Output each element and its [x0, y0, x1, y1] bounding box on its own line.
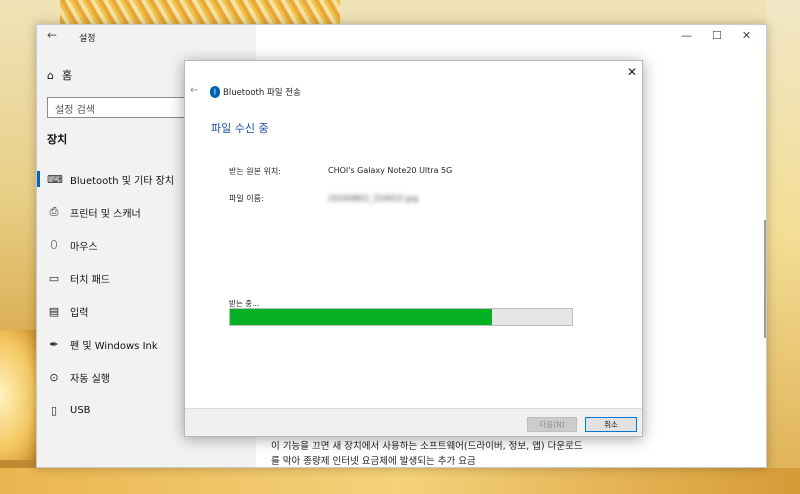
source-label: 받는 원본 위치: — [229, 167, 281, 176]
back-arrow-icon[interactable]: ← — [47, 28, 57, 42]
bluetooth-transfer-dialog: ✕ ← ᛒ Bluetooth 파일 전송 파일 수신 중 받는 원본 위치: … — [184, 60, 643, 437]
progress-fill — [230, 309, 492, 325]
cancel-button[interactable]: 취소 — [585, 417, 637, 432]
home-nav-item[interactable]: ⌂ 홈 — [47, 67, 72, 83]
autoplay-icon: ⊙ — [49, 370, 59, 384]
next-button[interactable]: 다음(N) — [527, 417, 577, 432]
dialog-footer: 다음(N) 취소 — [185, 408, 642, 436]
wallpaper-right — [766, 0, 800, 468]
usb-icon: ▯ — [50, 403, 58, 417]
section-title: 장치 — [47, 133, 68, 146]
minimize-button[interactable]: — — [681, 29, 692, 42]
close-button[interactable]: ✕ — [742, 29, 751, 42]
sidebar-item-label: Bluetooth 및 기타 장치 — [70, 175, 175, 187]
sidebar-item-label: 마우스 — [70, 241, 98, 253]
progress-bar — [229, 308, 573, 326]
sidebar-item-label: 프린터 및 스캐너 — [70, 208, 141, 220]
pen-icon: ✒ — [49, 337, 59, 351]
window-controls: — ☐ ✕ — [681, 29, 751, 42]
sidebar-item-label: 입력 — [70, 307, 89, 319]
sidebar-item-label: 펜 및 Windows Ink — [70, 340, 158, 352]
filename-label: 파일 이름: — [229, 194, 264, 203]
maximize-button[interactable]: ☐ — [712, 29, 722, 42]
source-value: CHOI's Galaxy Note20 Ultra 5G — [328, 166, 453, 175]
bluetooth-devices-icon: ⌨ — [47, 172, 63, 186]
touchpad-icon: ▭ — [48, 271, 60, 285]
dialog-heading: 파일 수신 중 — [211, 122, 269, 135]
dialog-title: Bluetooth 파일 전송 — [223, 88, 301, 98]
metered-connection-description: 이 기능을 끄면 새 장치에서 사용하는 소프트웨어(드라이버, 정보, 앱) … — [271, 441, 583, 467]
search-placeholder: 설정 검색 — [55, 105, 95, 116]
bluetooth-icon: ᛒ — [210, 86, 220, 98]
wallpaper-lamp — [0, 330, 40, 460]
wallpaper-bottom — [0, 468, 800, 494]
sidebar-item-label: 터치 패드 — [70, 274, 110, 286]
printer-icon: ⎙ — [49, 205, 59, 218]
home-icon: ⌂ — [47, 68, 54, 82]
dialog-close-button[interactable]: ✕ — [627, 65, 637, 79]
sidebar-item-label: 자동 실행 — [70, 373, 110, 385]
mouse-icon: ⬯ — [50, 238, 58, 251]
scrollbar[interactable] — [764, 220, 766, 338]
home-label: 홈 — [61, 69, 73, 82]
keyboard-icon: ▤ — [48, 304, 60, 318]
filename-value: 20200803_154915.jpg — [328, 194, 419, 203]
sidebar-item-label: USB — [70, 404, 91, 416]
window-title: 설정 — [79, 34, 96, 44]
dialog-back-arrow-icon[interactable]: ← — [190, 85, 198, 96]
